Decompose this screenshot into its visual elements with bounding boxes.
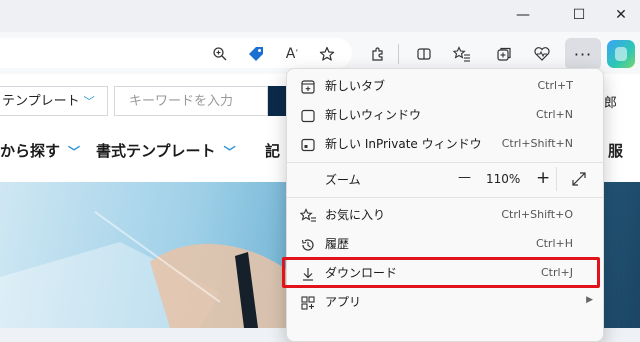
- menu-item-label: 履歴: [325, 237, 350, 251]
- menu-item-label: お気に入り: [325, 208, 386, 222]
- history-icon: [299, 236, 317, 254]
- zoom-divider: [556, 167, 557, 191]
- menu-item-shortcut: Ctrl+Shift+O: [501, 208, 573, 221]
- menu-item-label: 新しいタブ: [325, 79, 386, 93]
- nav-item-label: 書式テンプレート: [96, 142, 216, 160]
- inprivate-icon: [299, 136, 317, 154]
- menu-item-zoom: ズーム — 110% +: [287, 165, 603, 195]
- menu-item-apps[interactable]: アプリ ▶: [287, 288, 603, 317]
- menu-item-shortcut: Ctrl+T: [537, 79, 573, 92]
- chevron-down-icon: ﹀: [223, 145, 236, 159]
- new-window-icon: [299, 107, 317, 125]
- menu-divider: [287, 162, 603, 163]
- keyword-search-input[interactable]: キーワードを入力: [114, 86, 268, 116]
- menu-item-new-window[interactable]: 新しいウィンドウ Ctrl+N: [287, 101, 603, 130]
- tag-icon[interactable]: [242, 40, 270, 68]
- menu-item-new-tab[interactable]: 新しいタブ Ctrl+T: [287, 72, 603, 101]
- favorites-icon: [299, 207, 317, 225]
- menu-item-inprivate[interactable]: 新しい InPrivate ウィンドウ Ctrl+Shift+N: [287, 130, 603, 159]
- zoom-label: ズーム: [325, 173, 361, 187]
- header-side-text: 郎: [604, 96, 618, 111]
- nav-item-templates[interactable]: 書式テンプレート ﹀: [96, 140, 236, 161]
- read-aloud-icon[interactable]: Aʼ: [278, 40, 306, 68]
- nav-side-text: 服: [608, 142, 624, 160]
- maximize-button[interactable]: ☐: [556, 0, 602, 30]
- template-select-label: テンプレート: [2, 94, 80, 109]
- settings-menu: 新しいタブ Ctrl+T 新しいウィンドウ Ctrl+N 新しい InPriva…: [286, 68, 604, 342]
- zoom-icon[interactable]: [206, 40, 234, 68]
- collections-icon[interactable]: [490, 40, 518, 68]
- new-tab-icon: [299, 78, 317, 96]
- minimize-button[interactable]: —: [500, 0, 546, 30]
- apps-icon: [299, 294, 317, 312]
- menu-item-shortcut: Ctrl+H: [535, 237, 573, 250]
- menu-item-favorites[interactable]: お気に入り Ctrl+Shift+O: [287, 201, 603, 230]
- menu-item-shortcut: Ctrl+N: [535, 108, 573, 121]
- close-button[interactable]: ✕: [598, 0, 640, 30]
- nav-item-search[interactable]: から探す ﹀: [0, 140, 80, 161]
- toolbar-divider: [398, 44, 399, 64]
- chevron-down-icon: ﹀: [83, 95, 95, 108]
- more-button[interactable]: ···: [565, 38, 601, 70]
- menu-item-label: アプリ: [325, 295, 362, 309]
- favorite-star-icon[interactable]: [313, 40, 341, 68]
- zoom-value: 110%: [486, 172, 521, 186]
- chevron-down-icon: ﹀: [68, 145, 81, 159]
- menu-item-label: 新しいウィンドウ: [325, 108, 422, 122]
- menu-item-shortcut: Ctrl+Shift+N: [501, 137, 573, 150]
- zoom-out-button[interactable]: —: [458, 170, 471, 185]
- fullscreen-icon[interactable]: [571, 171, 587, 191]
- favorites-icon[interactable]: [448, 40, 476, 68]
- menu-item-label: 新しい InPrivate ウィンドウ: [325, 137, 482, 151]
- nav-item-label: 記: [265, 142, 281, 160]
- template-select[interactable]: テンプレート ﹀: [0, 86, 108, 116]
- menu-divider: [287, 197, 603, 198]
- nav-item-label: から探す: [0, 142, 61, 160]
- chevron-right-icon: ▶: [586, 295, 593, 305]
- split-screen-icon[interactable]: [410, 40, 438, 68]
- copilot-icon[interactable]: [607, 40, 635, 68]
- menu-item-history[interactable]: 履歴 Ctrl+H: [287, 230, 603, 259]
- zoom-in-button[interactable]: +: [536, 168, 550, 188]
- extensions-icon[interactable]: [364, 40, 392, 68]
- browser-essentials-icon[interactable]: [528, 40, 556, 68]
- nav-item-articles[interactable]: 記: [265, 140, 280, 161]
- download-highlight-box: [282, 257, 600, 288]
